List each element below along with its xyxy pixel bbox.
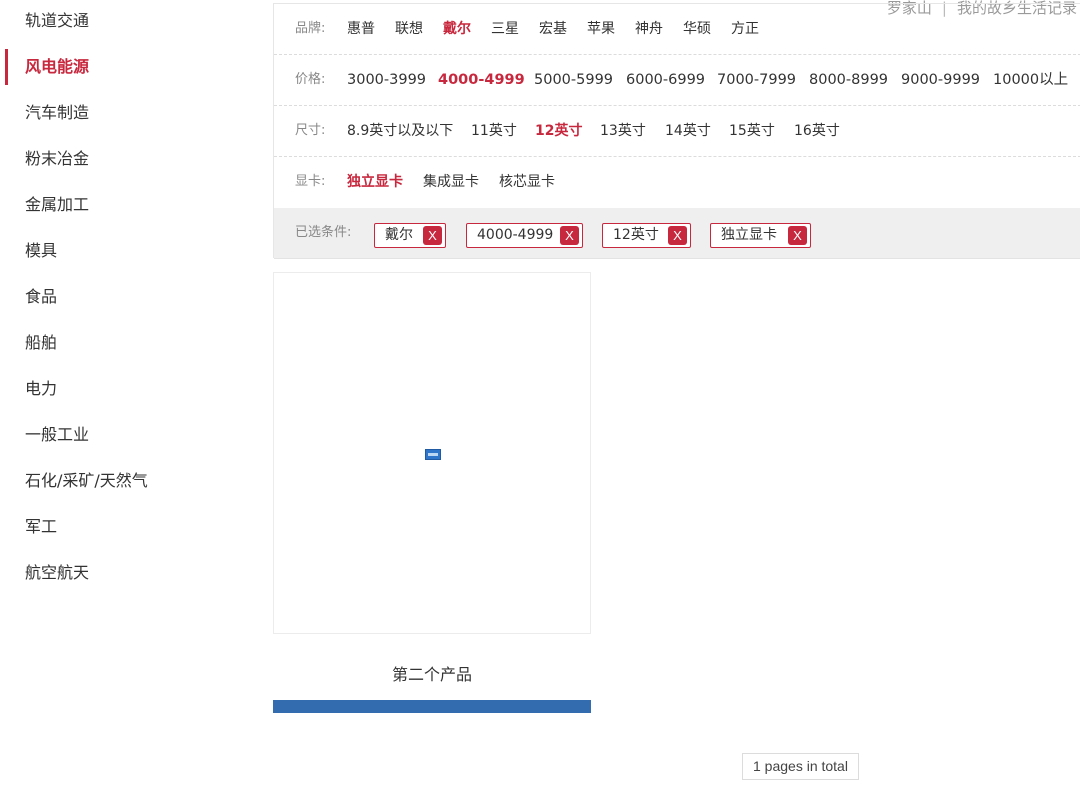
filter-option-brand[interactable]: 惠普 — [347, 4, 375, 54]
filter-option-size[interactable]: 11英寸 — [471, 106, 517, 156]
filter-option-price[interactable]: 3000-3999 — [347, 55, 426, 105]
selected-chip-gpu[interactable]: 独立显卡 X — [710, 223, 811, 248]
filter-option-brand[interactable]: 联想 — [395, 4, 423, 54]
filter-option-brand[interactable]: 神舟 — [635, 4, 663, 54]
chip-label: 独立显卡 — [721, 227, 777, 243]
selected-chip-size[interactable]: 12英寸 X — [602, 223, 691, 248]
pagination-summary: 1 pages in total — [742, 753, 859, 780]
filter-option-brand[interactable]: 苹果 — [587, 4, 615, 54]
close-icon[interactable]: X — [423, 226, 442, 245]
filter-panel: 品牌: 惠普 联想 戴尔 三星 宏基 苹果 神舟 华硕 方正 价格: 3000-… — [273, 3, 1080, 259]
filter-option-size[interactable]: 14英寸 — [665, 106, 711, 156]
filter-option-size[interactable]: 13英寸 — [600, 106, 646, 156]
product-name[interactable]: 第二个产品 — [273, 660, 591, 690]
product-action-bar[interactable] — [273, 700, 591, 713]
filter-option-price[interactable]: 6000-6999 — [626, 55, 705, 105]
filter-label-brand: 品牌: — [295, 21, 326, 36]
sidebar-item-ships[interactable]: 船舶 — [0, 325, 240, 361]
sidebar-item-general-industry[interactable]: 一般工业 — [0, 417, 240, 453]
chip-label: 4000-4999 — [477, 227, 554, 243]
product-card[interactable] — [273, 272, 591, 634]
filter-option-gpu[interactable]: 核芯显卡 — [499, 157, 555, 207]
filter-option-gpu[interactable]: 集成显卡 — [423, 157, 479, 207]
sidebar-item-petrochemical[interactable]: 石化/采矿/天然气 — [0, 463, 240, 499]
filter-option-price[interactable]: 10000以上 — [993, 55, 1068, 105]
selected-chip-price[interactable]: 4000-4999 X — [466, 223, 583, 248]
selected-conditions-bar: 已选条件: 戴尔 X 4000-4999 X 12英寸 X 独立显卡 X — [274, 208, 1080, 259]
sidebar-item-powder-metallurgy[interactable]: 粉末冶金 — [0, 141, 240, 177]
filter-option-price[interactable]: 7000-7999 — [717, 55, 796, 105]
filter-option-price[interactable]: 9000-9999 — [901, 55, 980, 105]
filter-option-size-selected[interactable]: 12英寸 — [535, 106, 582, 156]
broken-image-icon — [425, 449, 441, 460]
close-icon[interactable]: X — [668, 226, 687, 245]
filter-option-price-selected[interactable]: 4000-4999 — [438, 55, 525, 105]
filter-option-brand-selected[interactable]: 戴尔 — [443, 4, 471, 54]
sidebar-item-food[interactable]: 食品 — [0, 279, 240, 315]
selected-conditions-label: 已选条件: — [295, 225, 352, 240]
filter-row-size: 尺寸: 8.9英寸以及以下 11英寸 12英寸 13英寸 14英寸 15英寸 1… — [274, 106, 1080, 157]
filter-option-size[interactable]: 15英寸 — [729, 106, 775, 156]
filter-row-gpu: 显卡: 独立显卡 集成显卡 核芯显卡 — [274, 157, 1080, 208]
filter-option-brand[interactable]: 方正 — [731, 4, 759, 54]
filter-label-size: 尺寸: — [295, 123, 326, 138]
sidebar-item-power[interactable]: 电力 — [0, 371, 240, 407]
close-icon[interactable]: X — [560, 226, 579, 245]
page: 轨道交通 风电能源 汽车制造 粉末冶金 金属加工 模具 食品 船舶 电力 一般工… — [0, 0, 1080, 795]
sidebar-item-rail-transit[interactable]: 轨道交通 — [0, 3, 240, 39]
selected-chip-brand[interactable]: 戴尔 X — [374, 223, 446, 248]
filter-option-brand[interactable]: 宏基 — [539, 4, 567, 54]
close-icon[interactable]: X — [788, 226, 807, 245]
filter-option-price[interactable]: 8000-8999 — [809, 55, 888, 105]
filter-row-brand: 品牌: 惠普 联想 戴尔 三星 宏基 苹果 神舟 华硕 方正 — [274, 4, 1080, 55]
filter-row-price: 价格: 3000-3999 4000-4999 5000-5999 6000-6… — [274, 55, 1080, 106]
sidebar-item-military[interactable]: 军工 — [0, 509, 240, 545]
chip-label: 戴尔 — [385, 227, 413, 243]
filter-option-gpu-selected[interactable]: 独立显卡 — [347, 157, 403, 207]
chip-label: 12英寸 — [613, 227, 659, 243]
filter-option-size[interactable]: 16英寸 — [794, 106, 840, 156]
filter-option-brand[interactable]: 华硕 — [683, 4, 711, 54]
filter-label-gpu: 显卡: — [295, 174, 326, 189]
sidebar-item-auto-manufacturing[interactable]: 汽车制造 — [0, 95, 240, 131]
filter-option-price[interactable]: 5000-5999 — [534, 55, 613, 105]
sidebar-item-aerospace[interactable]: 航空航天 — [0, 555, 240, 591]
filter-label-price: 价格: — [295, 72, 326, 87]
sidebar-item-metal-processing[interactable]: 金属加工 — [0, 187, 240, 223]
filter-option-size[interactable]: 8.9英寸以及以下 — [347, 106, 453, 156]
filter-option-brand[interactable]: 三星 — [491, 4, 519, 54]
sidebar-item-wind-energy[interactable]: 风电能源 — [0, 49, 240, 85]
sidebar-item-molds[interactable]: 模具 — [0, 233, 240, 269]
